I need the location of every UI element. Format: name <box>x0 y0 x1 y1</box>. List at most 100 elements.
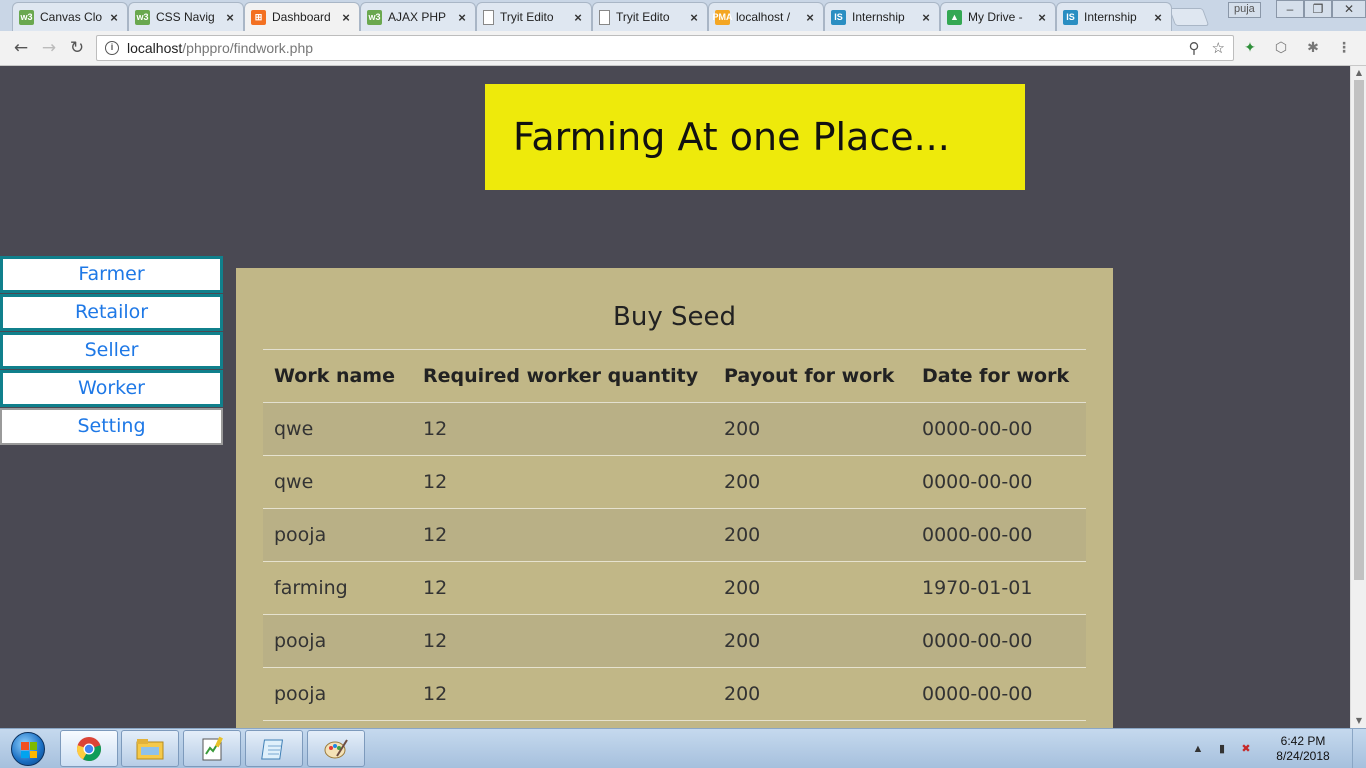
paint-icon[interactable] <box>307 730 365 767</box>
scroll-up-icon[interactable]: ▲ <box>1351 66 1366 80</box>
side-nav: Farmer Retailor Seller Worker Setting <box>0 256 224 446</box>
work-table: Work name Required worker quantity Payou… <box>263 349 1086 721</box>
bookmark-star-icon[interactable]: ☆ <box>1212 39 1225 57</box>
table-row: qwe 12 200 0000-00-00 <box>263 455 1086 509</box>
xampp-icon: ⊞ <box>251 9 266 25</box>
nav-retailor[interactable]: Retailor <box>0 294 223 331</box>
start-button[interactable] <box>2 730 54 768</box>
address-bar[interactable]: i localhost /phppro/findwork.php ⚲ ☆ <box>96 35 1234 61</box>
tab-title: Tryit Edito <box>500 10 554 24</box>
table-cell: 200 <box>713 455 911 509</box>
site-title: Farming At one Place... <box>513 115 950 159</box>
battery-icon[interactable]: ▮ <box>1214 741 1230 757</box>
tab-title: AJAX PHP <box>388 10 447 24</box>
browser-tab[interactable]: w3 AJAX PHP × <box>360 2 476 31</box>
forward-icon[interactable]: → <box>38 37 60 59</box>
notepad-plus-icon[interactable] <box>183 730 241 767</box>
show-desktop-button[interactable] <box>1352 729 1366 768</box>
table-cell: 12 <box>412 508 713 562</box>
tab-title: Internship <box>852 10 905 24</box>
w3schools-icon: w3 <box>19 9 34 25</box>
page-scrollbar[interactable]: ▲ ▼ <box>1350 66 1366 728</box>
internshala-icon: IS <box>831 9 846 25</box>
reload-icon[interactable]: ↻ <box>66 37 88 59</box>
table-cell: 12 <box>412 667 713 721</box>
close-window-button[interactable]: ✕ <box>1332 0 1366 18</box>
tab-title: Canvas Clo <box>40 10 103 24</box>
nav-worker[interactable]: Worker <box>0 370 223 407</box>
close-tab-icon[interactable]: × <box>1151 10 1165 25</box>
minimize-button[interactable]: – <box>1276 0 1304 18</box>
browser-tab[interactable]: Tryit Edito × <box>476 2 592 31</box>
nav-seller[interactable]: Seller <box>0 332 223 369</box>
back-icon[interactable]: ← <box>10 37 32 59</box>
column-header: Required worker quantity <box>412 349 713 403</box>
chrome-icon[interactable] <box>60 730 118 767</box>
table-cell: 12 <box>412 455 713 509</box>
tab-title: Dashboard <box>272 10 331 24</box>
new-tab-button[interactable] <box>1168 8 1210 26</box>
table-cell: pooja <box>263 614 412 668</box>
close-tab-icon[interactable]: × <box>919 10 933 25</box>
browser-tab[interactable]: Tryit Edito × <box>592 2 708 31</box>
close-tab-icon[interactable]: × <box>107 10 121 25</box>
show-hidden-icons-icon[interactable]: ▲ <box>1190 741 1206 757</box>
scroll-down-icon[interactable]: ▼ <box>1351 714 1366 728</box>
close-tab-icon[interactable]: × <box>339 10 353 25</box>
extension-cube-icon[interactable]: ⬡ <box>1272 39 1290 57</box>
page-viewport: Farming At one Place... Farmer Retailor … <box>0 66 1350 728</box>
profile-button[interactable]: puja <box>1228 2 1261 18</box>
browser-tab[interactable]: IS Internship × <box>824 2 940 31</box>
w3schools-icon: w3 <box>367 9 382 25</box>
browser-tab[interactable]: PMA localhost / × <box>708 2 824 31</box>
file-explorer-icon[interactable] <box>121 730 179 767</box>
network-disconnected-icon[interactable]: ✖ <box>1238 741 1254 757</box>
column-header: Date for work <box>911 349 1086 403</box>
browser-tab[interactable]: w3 Canvas Clo × <box>12 2 128 31</box>
windows-taskbar: ▲ ▮ ✖ 6:42 PM 8/24/2018 <box>0 728 1366 768</box>
extension-icon[interactable]: ✦ <box>1241 39 1259 57</box>
table-cell: 200 <box>713 667 911 721</box>
browser-tab[interactable]: IS Internship × <box>1056 2 1172 31</box>
nav-farmer[interactable]: Farmer <box>0 256 223 293</box>
table-cell: 0000-00-00 <box>911 667 1086 721</box>
url-path: /phppro/findwork.php <box>182 40 314 56</box>
nav-setting[interactable]: Setting <box>0 408 223 445</box>
column-header: Payout for work <box>713 349 911 403</box>
close-tab-icon[interactable]: × <box>1035 10 1049 25</box>
work-panel: Buy Seed Work name Required worker quant… <box>236 268 1113 728</box>
notepad-icon[interactable] <box>245 730 303 767</box>
table-cell: farming <box>263 561 412 615</box>
page-icon <box>483 9 494 25</box>
browser-tab[interactable]: ▲ My Drive - × <box>940 2 1056 31</box>
table-cell: 1970-01-01 <box>911 561 1086 615</box>
close-tab-icon[interactable]: × <box>803 10 817 25</box>
tab-title: Internship <box>1084 10 1137 24</box>
zoom-search-icon[interactable]: ⚲ <box>1189 39 1200 57</box>
maximize-button[interactable]: ❐ <box>1304 0 1332 18</box>
browser-tab[interactable]: ⊞ Dashboard × <box>244 2 360 31</box>
close-tab-icon[interactable]: × <box>687 10 701 25</box>
close-tab-icon[interactable]: × <box>223 10 237 25</box>
extension-puzzle-icon[interactable]: ✱ <box>1304 39 1322 57</box>
tab-title: CSS Navig <box>156 10 215 24</box>
system-clock[interactable]: 6:42 PM 8/24/2018 <box>1262 734 1344 764</box>
phpmyadmin-icon: PMA <box>713 9 733 25</box>
close-tab-icon[interactable]: × <box>571 10 585 25</box>
table-row: pooja 12 200 0000-00-00 <box>263 667 1086 721</box>
table-row: pooja 12 200 0000-00-00 <box>263 614 1086 668</box>
browser-tab[interactable]: w3 CSS Navig × <box>128 2 244 31</box>
table-cell: 200 <box>713 508 911 562</box>
table-cell: qwe <box>263 402 412 456</box>
table-cell: 12 <box>412 402 713 456</box>
table-cell: pooja <box>263 667 412 721</box>
close-tab-icon[interactable]: × <box>455 10 469 25</box>
table-cell: 200 <box>713 614 911 668</box>
table-row: pooja 12 200 0000-00-00 <box>263 508 1086 562</box>
table-cell: 0000-00-00 <box>911 455 1086 509</box>
menu-icon[interactable]: ⋮ <box>1335 39 1353 57</box>
scroll-thumb[interactable] <box>1354 80 1364 580</box>
table-cell: qwe <box>263 455 412 509</box>
info-icon[interactable]: i <box>105 41 119 55</box>
internshala-icon: IS <box>1063 9 1078 25</box>
